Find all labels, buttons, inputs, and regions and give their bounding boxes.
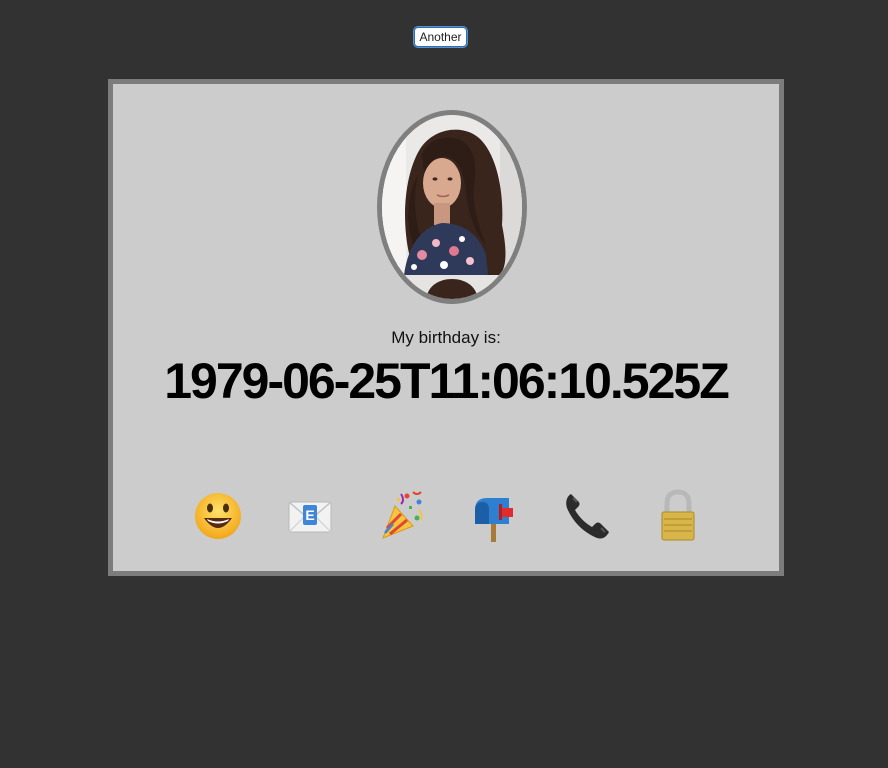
party-popper-icon[interactable]	[377, 488, 427, 542]
smiley-icon[interactable]	[193, 488, 243, 542]
padlock-icon[interactable]	[653, 488, 703, 542]
profile-card: My birthday is: 1979-06-25T11:06:10.525Z	[108, 79, 784, 576]
envelope-icon[interactable]: E	[285, 488, 335, 542]
another-button[interactable]: Another	[414, 27, 467, 47]
birthday-value: 1979-06-25T11:06:10.525Z	[164, 353, 730, 409]
birthday-label: My birthday is:	[391, 328, 501, 347]
svg-text:E: E	[305, 507, 314, 523]
portrait-image	[382, 115, 522, 299]
mailbox-icon[interactable]	[469, 488, 519, 542]
action-icons: E	[113, 488, 779, 544]
telephone-icon[interactable]	[561, 488, 611, 542]
profile-photo	[377, 110, 527, 304]
